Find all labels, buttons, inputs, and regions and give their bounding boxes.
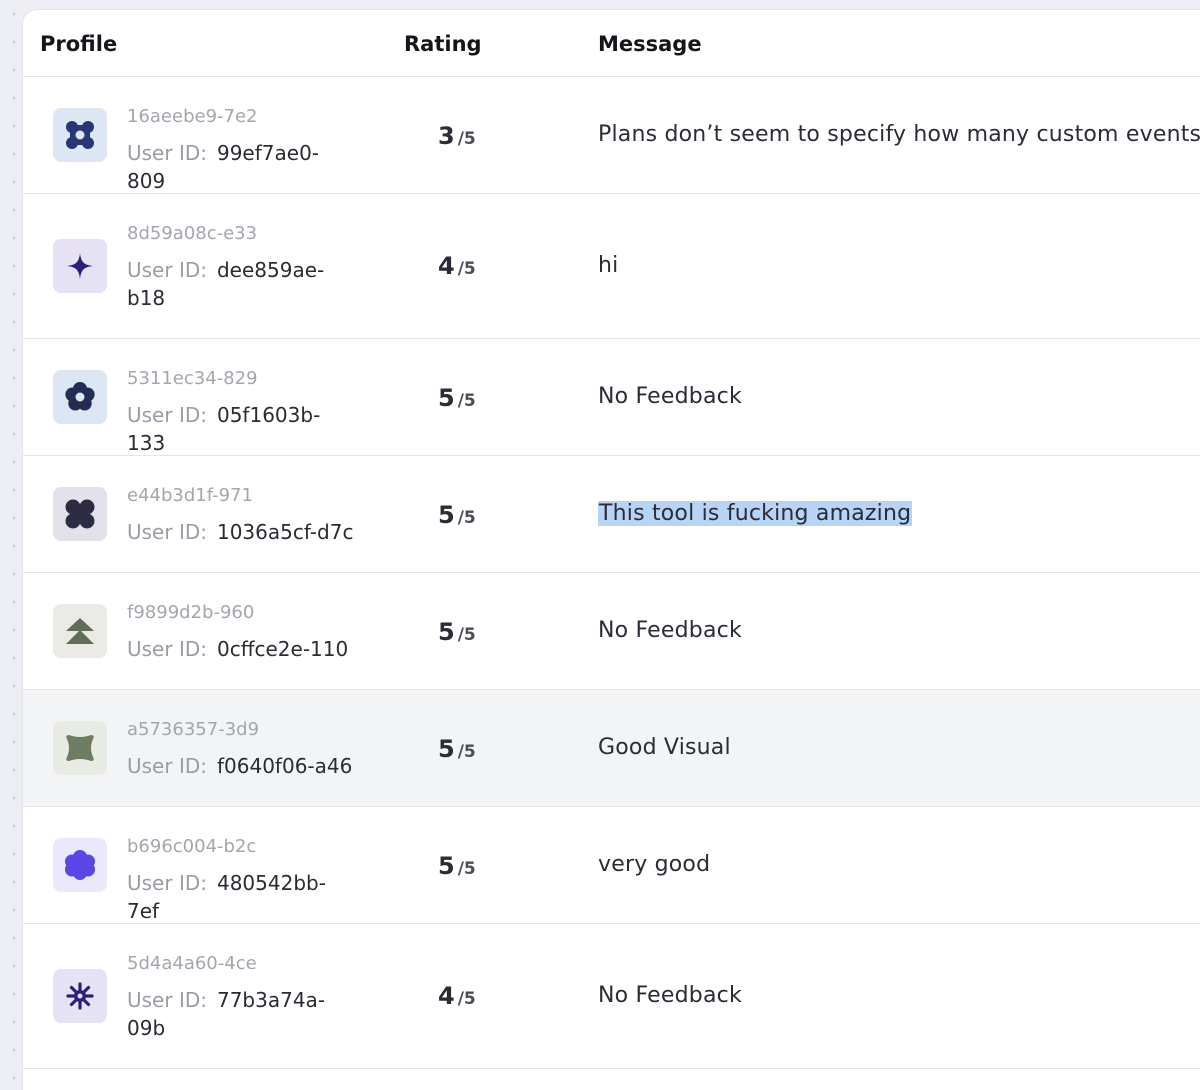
feedback-table: Profile Rating Message 16aeebe9-7e2 User…	[23, 10, 1200, 1090]
user-id-label: User ID:	[127, 520, 207, 544]
rating: 5/5	[438, 384, 476, 412]
table-row[interactable]: 16aeebe9-7e2 User ID: 99ef7ae0-809 3/5 Pl…	[23, 77, 1200, 194]
profile-avatar	[53, 604, 107, 658]
rating-value: 5	[438, 852, 455, 880]
feedback-message: Plans don’t seem to specify how many cus…	[598, 122, 1200, 147]
feedback-message: hi	[598, 253, 619, 278]
table-row[interactable]: f9899d2b-960 User ID: 0cffce2e-110 5/5 No…	[23, 573, 1200, 690]
rating: 5/5	[438, 735, 476, 763]
feedback-message: Good Visual	[598, 735, 731, 760]
column-header-rating[interactable]: Rating	[404, 32, 482, 56]
rating: 5/5	[438, 618, 476, 646]
sparkle-icon	[65, 251, 95, 281]
user-id: User ID: f0640f06-a46	[127, 752, 357, 780]
profile-avatar	[53, 487, 107, 541]
user-id: User ID: 0cffce2e-110	[127, 635, 357, 663]
profile-id: a5736357-3d9	[127, 719, 260, 740]
user-id: User ID: 480542bb-7ef	[127, 869, 357, 925]
user-id-value: 1036a5cf-d7c	[216, 520, 354, 544]
user-id-label: User ID:	[127, 754, 207, 778]
starburst-icon	[65, 981, 95, 1011]
profile-id: 8d59a08c-e33	[127, 223, 258, 244]
rating-value: 5	[438, 735, 455, 763]
rating: 5/5	[438, 501, 476, 529]
profile-id: e44b3d1f-971	[127, 485, 253, 506]
profile-id: 5311ec34-829	[127, 368, 258, 389]
table-row[interactable]: e44b3d1f-971 User ID: 1036a5cf-d7c 5/5 Th…	[23, 456, 1200, 573]
feedback-message: No Feedback	[598, 384, 742, 409]
rating-value: 5	[438, 384, 455, 412]
four-petal-icon	[65, 499, 95, 529]
user-id-label: User ID:	[127, 988, 207, 1012]
rating: 4/5	[438, 252, 476, 280]
table-row[interactable]: a5736357-3d9 User ID: f0640f06-a46 5/5 Go…	[23, 690, 1200, 807]
user-id-label: User ID:	[127, 258, 207, 282]
user-id-label: User ID:	[127, 871, 207, 895]
user-id-label: User ID:	[127, 637, 207, 661]
pillow-square-icon	[65, 733, 95, 763]
table-header: Profile Rating Message	[23, 10, 1200, 77]
profile-id: 16aeebe9-7e2	[127, 106, 258, 127]
table-row[interactable]: 8d59a08c-e33 User ID: dee859ae-b18 4/5 hi	[23, 194, 1200, 339]
rating-value: 5	[438, 501, 455, 529]
user-id-label: User ID:	[127, 141, 207, 165]
feedback-message: This tool is fucking amazing	[598, 501, 913, 526]
user-id-label: User ID:	[127, 403, 207, 427]
rating-max: /5	[457, 259, 476, 279]
rounded-square-icon	[65, 120, 95, 150]
table-row[interactable]: b696c004-b2c User ID: 480542bb-7ef 5/5 ve…	[23, 807, 1200, 924]
profile-avatar	[53, 721, 107, 775]
user-id: User ID: 99ef7ae0-809	[127, 139, 357, 195]
rating-max: /5	[457, 391, 476, 411]
rating-max: /5	[457, 989, 476, 1009]
flower-ring-icon	[65, 382, 95, 412]
table-row[interactable]: 5311ec34-829 User ID: 05f1603b-133 5/5 No…	[23, 339, 1200, 456]
rating-value: 4	[438, 252, 455, 280]
user-id: User ID: 77b3a74a-09b	[127, 986, 357, 1042]
table-body: 16aeebe9-7e2 User ID: 99ef7ae0-809 3/5 Pl…	[23, 77, 1200, 1069]
table-row[interactable]: 5d4a4a60-4ce User ID: 77b3a74a-09b 4/5 No…	[23, 924, 1200, 1069]
profile-avatar	[53, 108, 107, 162]
rating-max: /5	[457, 859, 476, 879]
rating-max: /5	[457, 742, 476, 762]
profile-id: f9899d2b-960	[127, 602, 255, 623]
user-id-value: 0cffce2e-110	[216, 637, 349, 661]
rating-value: 5	[438, 618, 455, 646]
rating-value: 4	[438, 982, 455, 1010]
rating: 5/5	[438, 852, 476, 880]
profile-avatar	[53, 370, 107, 424]
profile-avatar	[53, 838, 107, 892]
profile-id: b696c004-b2c	[127, 836, 257, 857]
feedback-message: very good	[598, 852, 711, 877]
rating: 4/5	[438, 982, 476, 1010]
user-id: User ID: 1036a5cf-d7c	[127, 518, 357, 546]
rating-value: 3	[438, 122, 455, 150]
user-id: User ID: 05f1603b-133	[127, 401, 357, 457]
profile-id: 5d4a4a60-4ce	[127, 953, 257, 974]
column-header-message[interactable]: Message	[598, 32, 702, 56]
rating-max: /5	[457, 508, 476, 528]
feedback-message: No Feedback	[598, 983, 742, 1008]
user-id: User ID: dee859ae-b18	[127, 256, 357, 312]
feedback-message: No Feedback	[598, 618, 742, 643]
rating-max: /5	[457, 129, 476, 149]
flower-icon	[65, 850, 95, 880]
profile-avatar	[53, 969, 107, 1023]
column-header-profile[interactable]: Profile	[40, 32, 117, 56]
chevrons-up-icon	[65, 616, 95, 646]
rating: 3/5	[438, 122, 476, 150]
rating-max: /5	[457, 625, 476, 645]
profile-avatar	[53, 239, 107, 293]
user-id-value: f0640f06-a46	[216, 754, 353, 778]
